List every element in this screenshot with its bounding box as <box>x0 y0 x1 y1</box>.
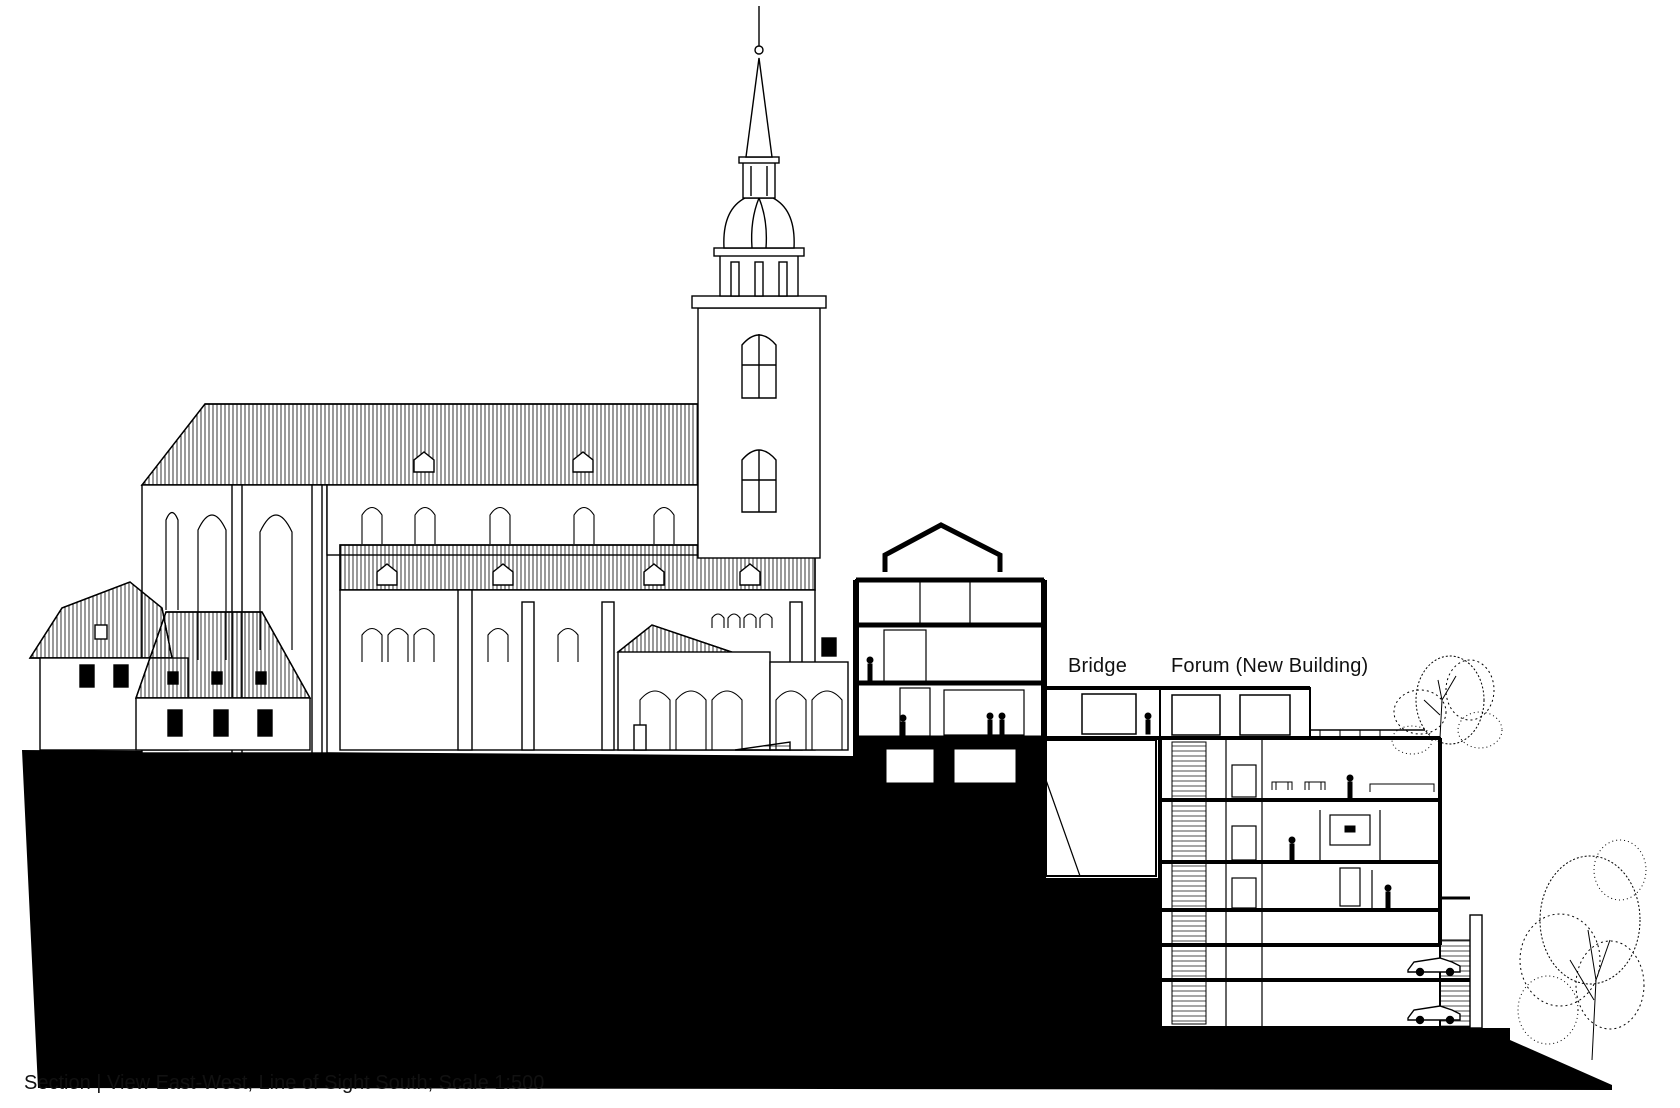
bridge-label: Bridge <box>1068 655 1128 677</box>
historic-house-section <box>853 522 1047 788</box>
drawing-caption: Section | View East-West, Line of Sight … <box>24 1072 545 1094</box>
forum-label: Forum (New Building) <box>1171 655 1369 677</box>
church <box>28 6 849 754</box>
architectural-section-drawing <box>22 6 1647 1090</box>
church-tower <box>691 6 827 559</box>
tree-lower <box>1517 839 1647 1061</box>
forum-new-building <box>1158 686 1483 1030</box>
nave-roof <box>140 403 699 486</box>
bridge-structure <box>1044 686 1160 877</box>
